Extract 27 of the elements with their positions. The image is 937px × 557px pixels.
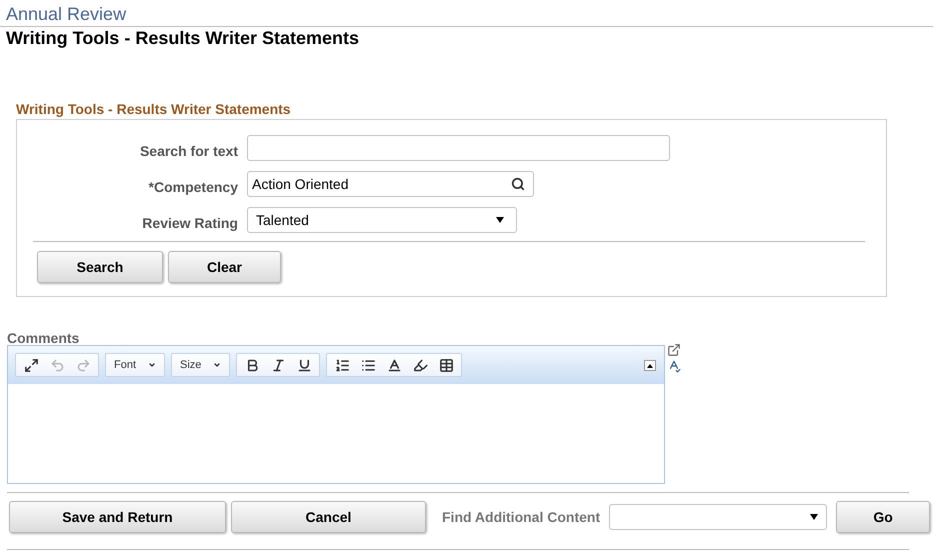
action-button[interactable]: Search (37, 251, 163, 283)
field-label: Search for text (138, 142, 238, 160)
rating-select[interactable]: Talented (247, 207, 517, 233)
popup-window-icon[interactable] (667, 343, 681, 357)
breadcrumb: Annual Review (6, 3, 128, 26)
collapse-toolbar-icon[interactable] (644, 360, 656, 371)
action-button[interactable]: Clear (168, 251, 281, 283)
toolbar-dropdown[interactable]: Size (171, 353, 230, 377)
page-title: Writing Tools - Results Writer Statements (5, 27, 360, 49)
toolbar-dropdown[interactable]: Font (105, 353, 166, 377)
footer-button[interactable]: Cancel (231, 501, 426, 533)
search-icon[interactable] (511, 177, 525, 191)
rich-text-editor[interactable]: Font Size (7, 345, 665, 484)
field-label: Review Rating (141, 214, 238, 233)
competency-field[interactable]: Action Oriented (247, 171, 534, 197)
find-content-label: Find Additional Content (442, 508, 600, 526)
dropdown-arrow-icon (496, 217, 504, 223)
section-title: Writing Tools - Results Writer Statements (16, 100, 292, 119)
footer-button[interactable]: Save and Return (9, 501, 226, 533)
caret-icon (148, 361, 156, 369)
dropdown-arrow-icon (810, 514, 818, 520)
go-button[interactable]: Go (836, 501, 930, 533)
search-text-field[interactable] (247, 135, 670, 161)
spell-check-icon[interactable] (667, 359, 681, 373)
comments-label: Comments (7, 331, 80, 345)
caret-icon (213, 361, 222, 369)
field-label: *Competency (148, 178, 238, 197)
